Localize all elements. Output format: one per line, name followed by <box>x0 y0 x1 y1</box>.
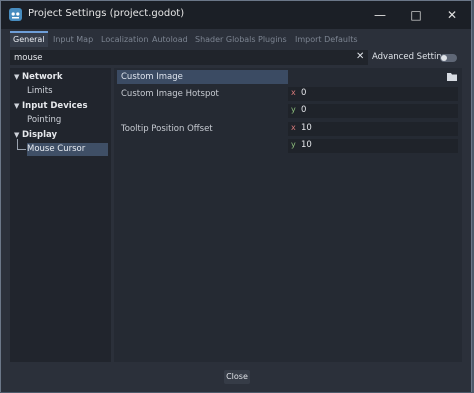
property-label: Custom Image <box>121 72 183 82</box>
close-button[interactable]: Close <box>224 370 250 384</box>
tree-item-network[interactable]: ▼ Network <box>10 71 111 84</box>
tab-plugins[interactable]: Plugins <box>258 33 287 47</box>
chevron-down-icon: ▼ <box>14 102 20 110</box>
tree-item-label: Mouse Cursor <box>27 144 86 154</box>
tooltip-y-field[interactable]: y 10 <box>288 139 458 153</box>
search-input[interactable] <box>10 50 368 65</box>
tooltip-y-value: 10 <box>301 140 312 150</box>
tree-item-limits[interactable]: Limits <box>10 85 111 98</box>
title-bar: Project Settings (project.godot) — □ ✕ <box>1 1 471 29</box>
hotspot-y-value: 0 <box>301 105 307 115</box>
tree-item-label: Network <box>22 72 63 82</box>
clear-search-icon[interactable]: ✕ <box>356 51 364 62</box>
close-window-button[interactable]: ✕ <box>438 5 466 25</box>
minimize-button[interactable]: — <box>366 5 394 25</box>
footer: Close <box>1 363 471 392</box>
inspector-panel: Custom Image Custom Image Hotspot x 0 y … <box>114 68 462 362</box>
tab-localization[interactable]: Localization <box>101 33 148 47</box>
tooltip-offset-label: Tooltip Position Offset <box>121 124 213 134</box>
tree-item-mouse-cursor[interactable]: Mouse Cursor <box>10 139 111 156</box>
tab-general[interactable]: General <box>10 31 48 47</box>
project-settings-window: Project Settings (project.godot) — □ ✕ G… <box>0 0 472 392</box>
axis-y-label: y <box>291 105 296 114</box>
folder-icon[interactable] <box>446 71 458 82</box>
tab-autoload[interactable]: Autoload <box>152 33 188 47</box>
tree-item-input-devices[interactable]: ▼ Input Devices <box>10 100 111 113</box>
tree-item-label: Limits <box>27 86 53 96</box>
tooltip-x-field[interactable]: x 10 <box>288 122 458 136</box>
tree-item-pointing[interactable]: Pointing <box>10 114 111 127</box>
advanced-settings-toggle[interactable] <box>440 54 457 62</box>
hotspot-label: Custom Image Hotspot <box>121 89 219 99</box>
tab-import-defaults[interactable]: Import Defaults <box>295 33 358 47</box>
tooltip-x-value: 10 <box>301 123 312 133</box>
tree-branch-line <box>17 139 26 150</box>
search-row: ✕ Advanced Settings <box>10 50 462 65</box>
tree-item-label: Input Devices <box>22 101 88 111</box>
chevron-down-icon: ▼ <box>14 73 20 81</box>
axis-x-label: x <box>291 88 296 97</box>
tab-shader-globals[interactable]: Shader Globals <box>195 33 256 47</box>
tree-item-label: Pointing <box>27 115 62 125</box>
toggle-knob <box>441 55 447 61</box>
tab-bar: General Input Map Localization Autoload … <box>10 31 462 47</box>
maximize-button[interactable]: □ <box>402 5 430 25</box>
godot-icon <box>9 8 22 21</box>
custom-image-property[interactable]: Custom Image <box>117 70 288 84</box>
hotspot-x-field[interactable]: x 0 <box>288 87 458 101</box>
tree-item-label: Display <box>22 130 58 140</box>
settings-tree: ▼ Network Limits ▼ Input Devices Pointin… <box>10 68 111 362</box>
axis-y-label: y <box>291 140 296 149</box>
hotspot-y-field[interactable]: y 0 <box>288 104 458 118</box>
window-title: Project Settings (project.godot) <box>28 8 185 19</box>
axis-x-label: x <box>291 123 296 132</box>
tab-input-map[interactable]: Input Map <box>53 33 93 47</box>
hotspot-x-value: 0 <box>301 88 307 98</box>
